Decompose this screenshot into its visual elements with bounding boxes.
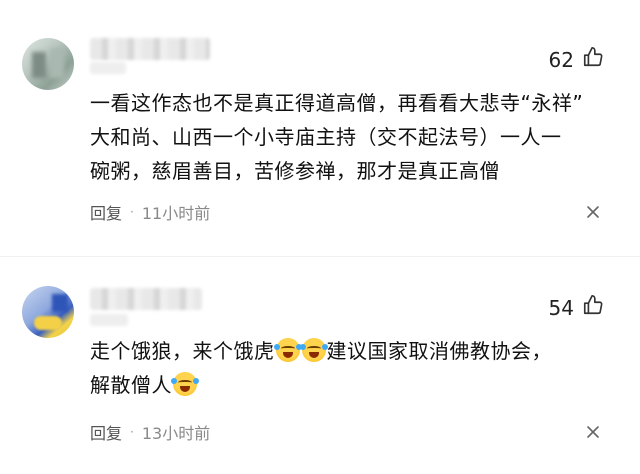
comment-line: 一看这作态也不是真正得道高僧，再看看大悲寺“永祥” [90,91,584,115]
comment-meta: 回复 · 13小时前 [90,420,210,444]
comment-text-segment: 解散僧人 [90,373,172,397]
like-button[interactable]: 62 [549,46,604,73]
avatar[interactable] [22,38,74,90]
comment-text-segment: 走个饿狼，来个饿虎 [90,339,275,363]
laughing-crying-emoji-icon [273,338,302,362]
user-badge-blurred [90,62,126,74]
comment-text: 一看这作态也不是真正得道高僧，再看看大悲寺“永祥” 大和尚、山西一个小寺庙主持（… [90,86,620,188]
thumbs-up-icon[interactable] [582,294,604,321]
close-x-icon[interactable] [584,203,602,221]
comment-line: 解散僧人 [90,368,620,402]
separator-dot: · [130,425,134,439]
like-count: 62 [548,47,574,72]
comment-line: 大和尚、山西一个小寺庙主持（交不起法号）一人一 [90,125,562,149]
comment-time: 13小时前 [141,424,211,443]
comment-line: 碗粥，慈眉善目，苦修参禅，那才是真正高僧 [90,159,500,183]
comment-item: 54 走个饿狼，来个饿虎 建议国家取消佛教协会， 解散僧人 回复 · 13小时前 [0,266,640,474]
reply-button[interactable]: 回复 [90,200,122,224]
laughing-crying-emoji-icon [299,338,328,362]
comment-text-segment: 建议国家取消佛教协会， [326,339,552,363]
laughing-crying-emoji-icon [171,372,199,396]
thumbs-up-icon[interactable] [582,46,604,73]
username-blurred[interactable] [90,38,210,60]
username-blurred[interactable] [90,288,202,310]
comment-meta: 回复 · 11小时前 [90,200,210,224]
like-button[interactable]: 54 [549,294,604,321]
reply-button[interactable]: 回复 [90,420,122,444]
like-count: 54 [548,295,574,320]
separator-dot: · [130,205,134,219]
avatar[interactable] [22,286,74,338]
comment-item: 62 一看这作态也不是真正得道高僧，再看看大悲寺“永祥” 大和尚、山西一个小寺庙… [0,0,640,248]
comment-line: 走个饿狼，来个饿虎 建议国家取消佛教协会， [90,334,620,368]
divider [0,256,640,257]
comment-time: 11小时前 [141,204,211,223]
user-badge-blurred [90,314,128,326]
close-x-icon[interactable] [584,423,602,441]
comment-text: 走个饿狼，来个饿虎 建议国家取消佛教协会， 解散僧人 [90,334,620,402]
